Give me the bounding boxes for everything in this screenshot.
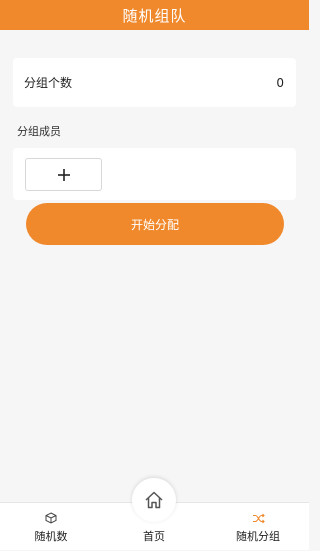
add-member-button[interactable] — [25, 158, 102, 191]
group-count-row[interactable]: 分组个数 0 — [13, 58, 296, 107]
tab-home-label: 首页 — [143, 530, 165, 543]
tab-random-group-label: 随机分组 — [236, 530, 280, 543]
page-title: 随机组队 — [122, 6, 187, 25]
members-card — [13, 148, 296, 200]
home-button[interactable] — [132, 478, 176, 522]
members-section-label: 分组成员 — [17, 125, 61, 138]
plus-icon — [57, 168, 70, 181]
group-count-value[interactable]: 0 — [276, 76, 284, 90]
tab-random-number-label: 随机数 — [34, 530, 68, 543]
tab-random-number[interactable]: 随机数 — [22, 503, 80, 551]
start-assign-button[interactable]: 开始分配 — [26, 203, 284, 245]
shuffle-icon — [252, 513, 265, 524]
app-header: 随机组队 — [0, 0, 309, 30]
group-count-label: 分组个数 — [24, 76, 73, 90]
cube-icon — [45, 512, 57, 524]
home-icon — [145, 491, 163, 509]
tab-random-group[interactable]: 随机分组 — [216, 503, 300, 551]
